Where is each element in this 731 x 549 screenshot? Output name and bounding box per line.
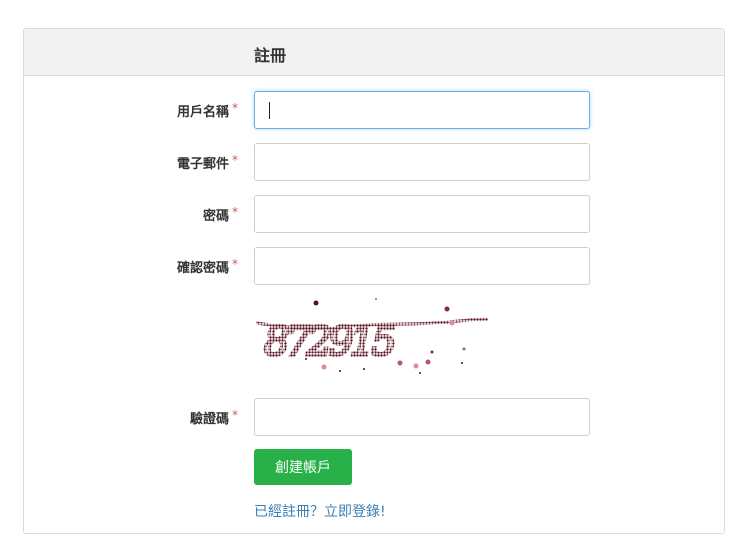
required-mark: * — [232, 153, 238, 167]
confirm-password-label: 確認密碼 * — [176, 257, 238, 276]
required-mark: * — [232, 408, 238, 422]
email-label: 電子郵件 * — [176, 153, 238, 172]
page-title: 註冊 — [254, 46, 287, 65]
username-row: 用戶名稱 * — [24, 91, 724, 129]
login-link[interactable]: 已經註冊？立即登錄! — [254, 501, 386, 521]
required-mark: * — [232, 257, 238, 271]
username-field[interactable] — [254, 91, 590, 129]
text-caret — [269, 102, 270, 119]
required-mark: * — [232, 101, 238, 115]
username-label: 用戶名稱 * — [176, 101, 238, 120]
captcha-image[interactable]: 872915 — [254, 297, 494, 379]
panel-header: 註冊 — [24, 29, 724, 76]
confirm-password-row: 確認密碼 * — [24, 247, 724, 285]
captcha-label: 驗證碼 * — [189, 408, 238, 427]
password-label: 密碼 * — [202, 205, 238, 224]
confirm-password-field[interactable] — [254, 247, 590, 285]
register-panel: 註冊 用戶名稱 * 電子郵件 * 密碼 * 確認密碼 * 872915 驗證碼 … — [23, 28, 725, 534]
password-row: 密碼 * — [24, 195, 724, 233]
captcha-row: 驗證碼 * — [24, 398, 724, 436]
password-field[interactable] — [254, 195, 590, 233]
email-field[interactable] — [254, 143, 590, 181]
captcha-text: 872915 — [264, 319, 395, 365]
captcha-field[interactable] — [254, 398, 590, 436]
email-row: 電子郵件 * — [24, 143, 724, 181]
required-mark: * — [232, 205, 238, 219]
create-account-button[interactable]: 創建帳戶 — [254, 449, 352, 485]
